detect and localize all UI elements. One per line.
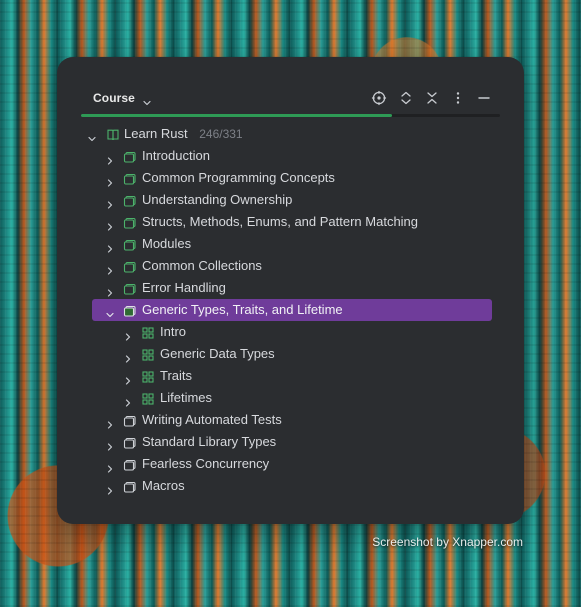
selected-section-icon [123,303,137,317]
chevron-right-icon[interactable] [123,327,133,341]
chevron-right-icon[interactable] [105,415,115,429]
tree-item-modules[interactable]: Modules [57,233,524,255]
chevron-right-icon[interactable] [105,173,115,187]
tree-item-standard-library-types[interactable]: Standard Library Types [57,431,524,453]
tree-item-label: Structs, Methods, Enums, and Pattern Mat… [142,214,419,229]
course-name: Learn Rust [124,126,188,141]
tree-item-label: Standard Library Types [142,434,277,449]
tree-item-label: Common Collections [142,258,262,273]
chevron-right-icon[interactable] [123,371,133,385]
tree-item-writing-automated-tests[interactable]: Writing Automated Tests [57,409,524,431]
lesson-icon [141,369,155,383]
chevron-right-icon[interactable] [105,283,115,297]
more-icon[interactable] [448,88,468,108]
tree-subitem-generic-data-types[interactable]: Generic Data Types [57,343,524,365]
section-icon [123,479,137,493]
tree-item-understanding-ownership[interactable]: Understanding Ownership [57,189,524,211]
completed-section-icon [123,215,137,229]
tree-item-generic-types-traits-lifetime[interactable]: Generic Types, Traits, and Lifetime [57,299,524,321]
watermark-text: Screenshot by Xnapper.com [372,535,523,549]
section-icon [123,435,137,449]
course-panel: Course Learn Rust 246/331 Introduction C… [57,57,524,524]
tree-subitem-intro[interactable]: Intro [57,321,524,343]
tree-item-label: Generic Data Types [160,346,275,361]
completed-section-icon [123,149,137,163]
tree-item-common-programming-concepts[interactable]: Common Programming Concepts [57,167,524,189]
tree-item-common-collections[interactable]: Common Collections [57,255,524,277]
chevron-down-icon[interactable] [105,305,115,318]
chevron-right-icon[interactable] [123,393,133,407]
course-progress-count: 246/331 [199,127,243,141]
locate-icon[interactable] [369,88,389,108]
lesson-icon [141,391,155,405]
tree-item-label: Fearless Concurrency [142,456,270,471]
chevron-down-icon[interactable] [142,93,152,106]
completed-section-icon [123,171,137,185]
completed-section-icon [123,259,137,273]
tree-subitem-traits[interactable]: Traits [57,365,524,387]
tree-item-label: Error Handling [142,280,226,295]
tree-subitem-lifetimes[interactable]: Lifetimes [57,387,524,409]
tree-item-label: Modules [142,236,192,251]
section-icon [123,457,137,471]
lesson-icon [141,325,155,339]
completed-section-icon [123,193,137,207]
panel-header: Course [57,57,524,112]
tree-root-learn-rust[interactable]: Learn Rust 246/331 [57,123,524,145]
completed-section-icon [123,281,137,295]
course-title[interactable]: Course [93,91,135,105]
expand-collapse-icon[interactable] [396,88,416,108]
section-icon [123,413,137,427]
tree-item-label: Introduction [142,148,210,163]
tree-item-introduction[interactable]: Introduction [57,145,524,167]
chevron-right-icon[interactable] [105,217,115,231]
tree-item-label: Intro [160,324,187,339]
tree-item-label: Traits [160,368,193,383]
chevron-right-icon[interactable] [105,151,115,165]
chevron-right-icon[interactable] [105,459,115,473]
tree-item-fearless-concurrency[interactable]: Fearless Concurrency [57,453,524,475]
chevron-right-icon[interactable] [105,239,115,253]
chevron-right-icon[interactable] [105,261,115,275]
tree-root-label: Learn Rust 246/331 [124,123,243,145]
tree-item-label: Common Programming Concepts [142,170,335,185]
tree-item-label: Understanding Ownership [142,192,293,207]
course-progress-fill [81,114,393,117]
minimize-icon[interactable] [474,88,494,108]
chevron-right-icon[interactable] [105,437,115,451]
tree-item-error-handling[interactable]: Error Handling [57,277,524,299]
tree-item-label: Writing Automated Tests [142,412,282,427]
book-icon [106,127,120,141]
completed-section-icon [123,237,137,251]
lesson-icon [141,347,155,361]
tree-item-macros[interactable]: Macros [57,475,524,497]
tree-item-label: Macros [142,478,185,493]
chevron-right-icon[interactable] [105,481,115,495]
tree-item-label: Lifetimes [160,390,213,405]
course-tree: Learn Rust 246/331 Introduction Common P… [57,123,524,503]
collapse-all-icon[interactable] [422,88,442,108]
chevron-right-icon[interactable] [123,349,133,363]
tree-item-label: Generic Types, Traits, and Lifetime [142,302,343,317]
chevron-down-icon[interactable] [87,129,97,142]
tree-item-structs-methods-enums[interactable]: Structs, Methods, Enums, and Pattern Mat… [57,211,524,233]
course-progress-bar [81,114,500,117]
chevron-right-icon[interactable] [105,195,115,209]
